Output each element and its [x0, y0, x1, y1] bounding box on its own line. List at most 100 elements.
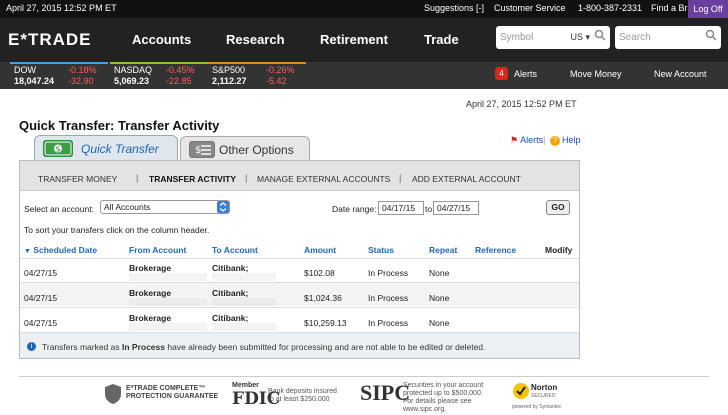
- row-to: Citibank;: [212, 263, 249, 273]
- customer-service-link[interactable]: Customer Service: [494, 3, 566, 13]
- subnav-separator: |: [245, 173, 248, 183]
- market-ticker-bar: DOW -0.18% 18,047.24 -32.90 NASDAQ -0.45…: [0, 62, 728, 89]
- ticker-nasdaq[interactable]: NASDAQ -0.45% 5,069.23 -22.85: [110, 62, 208, 89]
- info-text: Transfers marked as In Process have alre…: [42, 342, 485, 352]
- info-note: i Transfers marked as In Process have al…: [20, 332, 579, 358]
- ticker-name: NASDAQ: [114, 65, 153, 75]
- ticker-value: 5,069.23: [114, 76, 150, 86]
- tab-other-options[interactable]: $ Other Options: [180, 136, 310, 161]
- site-search-input[interactable]: Search: [615, 26, 721, 49]
- redacted-account: [129, 273, 207, 281]
- tab-quick-transfer[interactable]: $ Quick Transfer: [34, 135, 178, 161]
- date-to-input[interactable]: 04/27/15: [433, 201, 479, 215]
- move-money-link[interactable]: Move Money: [570, 69, 622, 79]
- ticker-dow[interactable]: DOW -0.18% 18,047.24 -32.90: [10, 62, 108, 89]
- row-status: In Process: [368, 318, 409, 328]
- symbol-input[interactable]: Symbol US ▾: [496, 26, 610, 49]
- norton-powered-by: powered by Symantec: [512, 404, 562, 410]
- col-reference[interactable]: Reference: [475, 245, 516, 255]
- row-repeat: None: [429, 318, 450, 328]
- account-select[interactable]: All Accounts: [100, 200, 230, 214]
- svg-text:$: $: [55, 145, 60, 154]
- row-amount: $1,024.36: [304, 293, 342, 303]
- table-row: 04/27/15 Brokerage Citibank; $10,259.13 …: [20, 307, 579, 331]
- sipc-line-1: Securities in your account: [403, 382, 484, 389]
- norton-label: Norton: [531, 383, 558, 392]
- subnav-transfer-activity[interactable]: TRANSFER ACTIVITY: [149, 174, 236, 184]
- page-alerts-link[interactable]: ⚑ Alerts: [510, 135, 543, 146]
- log-off-button[interactable]: Log Off: [688, 0, 728, 18]
- tab-quick-transfer-label: Quick Transfer: [81, 142, 159, 156]
- search-placeholder: Search: [619, 32, 651, 43]
- col-amount[interactable]: Amount: [304, 245, 336, 255]
- row-status: In Process: [368, 293, 409, 303]
- col-modify: Modify: [545, 245, 573, 255]
- nav-trade[interactable]: Trade: [424, 32, 459, 47]
- row-date: 04/27/15: [24, 293, 58, 303]
- ticker-change: -32.90: [68, 76, 94, 86]
- page-title: Quick Transfer: Transfer Activity: [19, 118, 220, 133]
- subnav-add-external[interactable]: ADD EXTERNAL ACCOUNT: [412, 174, 521, 184]
- col-to-account[interactable]: To Account: [212, 245, 258, 255]
- guarantee-line-2: PROTECTION GUARANTEE: [126, 393, 219, 400]
- fdic-text: Bank deposits insured to at least $250,0…: [268, 388, 337, 404]
- account-label: Select an account:: [24, 204, 94, 214]
- ticker-percent: -0.26%: [266, 65, 295, 75]
- date-from-input[interactable]: 04/17/15: [378, 201, 424, 215]
- note-pre: Transfers marked as: [42, 342, 122, 352]
- row-date: 04/27/15: [24, 318, 58, 328]
- note-bold: In Process: [122, 342, 165, 352]
- footer-divider: [19, 376, 709, 377]
- sipc-line-2: protected up to $500,000.: [403, 390, 483, 397]
- sipc-line-4: www.sipc.org.: [403, 406, 447, 413]
- shield-icon: [105, 384, 121, 404]
- chevron-down-icon: [217, 201, 229, 213]
- redacted-account: [212, 323, 276, 331]
- subnav-transfer-money[interactable]: TRANSFER MONEY: [38, 174, 117, 184]
- row-repeat: None: [429, 293, 450, 303]
- nav-retirement[interactable]: Retirement: [320, 32, 388, 47]
- row-status: In Process: [368, 268, 409, 278]
- col-from-account[interactable]: From Account: [129, 245, 186, 255]
- row-to: Citibank;: [212, 313, 249, 323]
- ticker-name: DOW: [14, 65, 36, 75]
- norton-badge[interactable]: Norton SECURED powered by Symantec: [510, 381, 562, 411]
- row-amount: $102.08: [304, 268, 335, 278]
- search-icon[interactable]: [594, 29, 606, 41]
- market-select[interactable]: US ▾: [570, 32, 590, 43]
- subnav-manage-external[interactable]: MANAGE EXTERNAL ACCOUNTS: [257, 174, 390, 184]
- alerts-link[interactable]: Alerts: [514, 69, 537, 79]
- link-divider: |: [543, 135, 546, 145]
- new-account-link[interactable]: New Account: [654, 69, 707, 79]
- alerts-label: Alerts: [520, 135, 544, 145]
- etrade-guarantee-badge[interactable]: E*TRADE COMPLETE™ PROTECTION GUARANTEE: [126, 385, 218, 401]
- row-to: Citibank;: [212, 288, 249, 298]
- col-scheduled-date[interactable]: ▼ Scheduled Date: [24, 245, 97, 255]
- phone-number: 1-800-387-2331: [578, 3, 643, 13]
- table-row: 04/27/15 Brokerage Citibank; $1,024.36 I…: [20, 282, 579, 306]
- ticker-value: 2,112.27: [212, 76, 247, 86]
- nav-research[interactable]: Research: [226, 32, 285, 47]
- col-status[interactable]: Status: [368, 245, 394, 255]
- ticker-percent: -0.45%: [166, 65, 195, 75]
- search-icon[interactable]: [705, 29, 717, 41]
- redacted-account: [129, 298, 207, 306]
- help-link[interactable]: ? Help: [550, 135, 581, 146]
- suggestions-link[interactable]: Suggestions [-]: [424, 3, 484, 13]
- redacted-account: [212, 273, 276, 281]
- norton-secured: SECURED: [531, 393, 556, 399]
- guarantee-line-1: E*TRADE COMPLETE™: [126, 385, 206, 392]
- ticker-color-line: [208, 62, 306, 64]
- ticker-sp500[interactable]: S&P500 -0.26% 2,112.27 -5.42: [208, 62, 306, 89]
- fdic-line-2: to at least $250,000: [268, 396, 330, 403]
- go-button[interactable]: GO: [546, 200, 570, 215]
- col-repeat[interactable]: Repeat: [429, 245, 457, 255]
- note-post: have already been submitted for processi…: [165, 342, 486, 352]
- help-label: Help: [562, 135, 581, 145]
- calculator-icon: $: [189, 141, 215, 158]
- nav-accounts[interactable]: Accounts: [132, 32, 191, 47]
- etrade-logo[interactable]: E*TRADE: [8, 30, 92, 50]
- redacted-account: [129, 323, 207, 331]
- date-to-label: to: [425, 204, 433, 214]
- flag-icon: ⚑: [510, 135, 519, 145]
